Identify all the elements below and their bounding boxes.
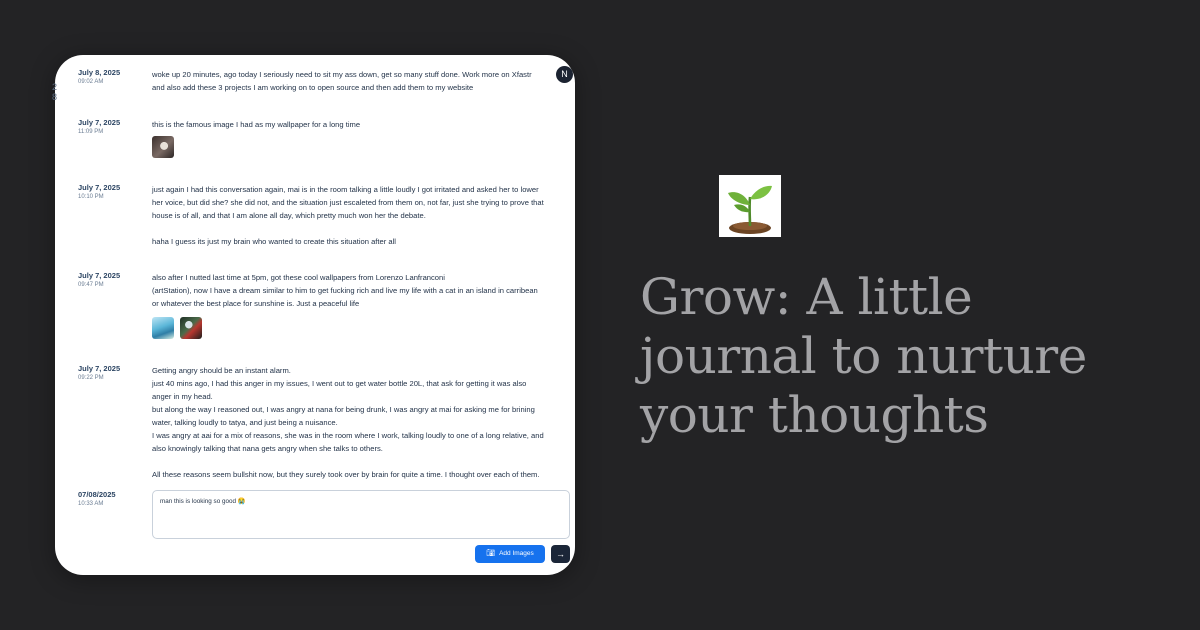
entry-text: this is the famous image I had as my wal… <box>152 118 572 131</box>
edge-char: 2 <box>52 82 58 92</box>
entry-line: (artStation), now I have a dream similar… <box>152 286 538 295</box>
wallpaper-thumbnail[interactable] <box>152 136 174 158</box>
edge-text-fragment: 2 8 <box>52 82 57 102</box>
entry-text: also after I nutted last time at 5pm, go… <box>152 271 572 310</box>
user-avatar[interactable]: N <box>556 66 573 83</box>
page-headline: Grow: A little journal to nurture your t… <box>640 268 1087 444</box>
entry-time: 11:09 PM <box>78 129 104 135</box>
entry-line: just 40 mins ago, I had this anger in my… <box>152 379 527 388</box>
sprout-icon <box>728 185 772 234</box>
entry-line: just again I had this conversation again… <box>152 185 539 194</box>
entry-line: her voice, but did she? she did not, and… <box>152 198 544 207</box>
entry-line: also after I nutted last time at 5pm, go… <box>152 273 445 282</box>
edge-char: 8 <box>52 92 58 102</box>
entry-line: house is of all, and that I am alone all… <box>152 211 426 220</box>
entry-time: 09:22 PM <box>78 375 104 381</box>
entry-line: or whatever the best place for sunshine … <box>152 299 360 308</box>
arrow-right-icon: → <box>556 549 565 559</box>
entry-date: July 8, 2025 <box>78 68 121 77</box>
entry-text: just again I had this conversation again… <box>152 183 572 248</box>
camera-icon: 📷︎ <box>486 550 496 557</box>
entry-line: anger in my head. <box>152 392 213 401</box>
entry-text: Getting angry should be an instant alarm… <box>152 364 572 481</box>
wallpaper-thumbnail[interactable] <box>180 317 202 339</box>
entry-date: July 7, 2025 <box>78 364 121 373</box>
wallpaper-thumbnail[interactable] <box>152 317 174 339</box>
entry-date: July 7, 2025 <box>78 183 121 192</box>
entry-date: July 7, 2025 <box>78 271 121 280</box>
entry-line: Getting angry should be an instant alarm… <box>152 366 291 375</box>
composer-date: 07/08/2025 <box>78 490 116 499</box>
entry-line: woke up 20 minutes, ago today I seriousl… <box>152 70 532 79</box>
entry-line: and also add these 3 projects I am worki… <box>152 83 474 92</box>
entry-line: but along the way I reasoned out, I was … <box>152 405 535 414</box>
entry-time: 09:02 AM <box>78 79 104 85</box>
entry-text: woke up 20 minutes, ago today I seriousl… <box>152 68 572 94</box>
add-images-label: Add Images <box>499 550 534 557</box>
entry-line: this is the famous image I had as my wal… <box>152 120 361 129</box>
entry-line: also knowingly talking that nana gets an… <box>152 444 383 453</box>
entry-line: I was angry at aai for a mix of reasons,… <box>152 431 544 440</box>
entry-time: 10:10 PM <box>78 194 104 200</box>
entry-time: 09:47 PM <box>78 282 104 288</box>
journal-card: July 8, 2025 09:02 AM woke up 20 minutes… <box>55 55 575 575</box>
entry-line: water, talking loudly to tatya, and just… <box>152 418 338 427</box>
add-images-button[interactable]: 📷︎ Add Images <box>475 545 545 563</box>
send-button[interactable]: → <box>551 545 570 563</box>
journal-entry-input[interactable]: man this is looking so good 😭 <box>152 490 570 539</box>
draft-text: man this is looking so good 😭 <box>160 498 246 505</box>
sprout-logo <box>719 175 781 237</box>
entry-line: All these reasons seem bullshit now, but… <box>152 470 540 479</box>
entry-line: haha I guess its just my brain who wante… <box>152 237 396 246</box>
entry-date: July 7, 2025 <box>78 118 121 127</box>
composer-time: 10:33 AM <box>78 501 104 507</box>
